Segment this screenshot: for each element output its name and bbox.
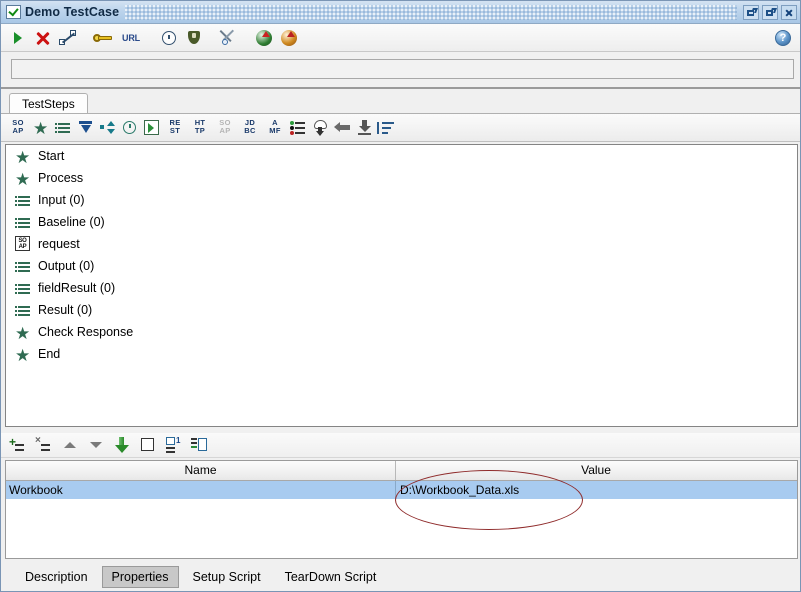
down-arrow-icon[interactable]	[76, 118, 95, 138]
jdbc-icon[interactable]: JD BC	[239, 117, 261, 139]
tab-teardown-script[interactable]: TearDown Script	[275, 566, 387, 588]
tab-setup-script[interactable]: Setup Script	[183, 566, 271, 588]
cancel-x-icon[interactable]	[32, 27, 54, 49]
http-icon[interactable]: HT TP	[189, 117, 211, 139]
window-title: Demo TestCase	[25, 5, 120, 19]
tree-item[interactable]: ★ Start	[6, 145, 797, 167]
list-icon	[14, 257, 32, 275]
close-button[interactable]	[781, 4, 797, 20]
list-import-icon[interactable]	[190, 435, 210, 455]
bottom-tabstrip: Description Properties Setup Script Tear…	[1, 561, 800, 591]
tree-item[interactable]: ★ End	[6, 343, 797, 365]
testcase-window: Demo TestCase URL ? TestSteps SO AP ★ RE…	[0, 0, 801, 592]
table-header: Name Value	[6, 461, 797, 481]
options-icon[interactable]	[57, 27, 79, 49]
table-row[interactable]: Workbook D:\Workbook_Data.xls	[6, 481, 797, 499]
tree-item-label: fieldResult (0)	[38, 281, 116, 295]
tree-item[interactable]: ★ Process	[6, 167, 797, 189]
caret-down-icon[interactable]	[86, 435, 106, 455]
square-icon[interactable]	[138, 435, 158, 455]
green-circle-arrow-icon[interactable]	[253, 27, 275, 49]
remove-row-icon[interactable]: ×	[34, 435, 54, 455]
list-icon	[14, 191, 32, 209]
tree-item[interactable]: fieldResult (0)	[6, 277, 797, 299]
tree-item-label: Baseline (0)	[38, 215, 105, 229]
property-value-cell[interactable]: D:\Workbook_Data.xls	[396, 481, 796, 499]
property-name-cell[interactable]: Workbook	[6, 481, 396, 499]
tree-item[interactable]: Output (0)	[6, 255, 797, 277]
minimize-button[interactable]	[743, 4, 759, 20]
main-tabstrip: TestSteps	[1, 91, 800, 114]
caret-up-icon[interactable]	[60, 435, 80, 455]
teststeps-tree[interactable]: ★ Start ★ Process Input (0) Baseline (0)…	[5, 144, 798, 427]
tab-properties[interactable]: Properties	[101, 566, 179, 588]
help-question-icon[interactable]: ?	[772, 27, 794, 49]
down-bar-arrow-icon[interactable]	[355, 118, 374, 138]
bullets-icon[interactable]	[289, 118, 308, 138]
clock-icon[interactable]	[158, 27, 180, 49]
star-icon: ★	[15, 346, 31, 365]
properties-table[interactable]: Name Value Workbook D:\Workbook_Data.xls	[5, 460, 798, 559]
window-titlebar: Demo TestCase	[1, 1, 800, 24]
tab-teststeps[interactable]: TestSteps	[9, 93, 88, 114]
tree-item-label: request	[38, 237, 80, 251]
tab-description[interactable]: Description	[15, 566, 98, 588]
star-icon: ★	[15, 148, 31, 167]
clock-icon[interactable]	[120, 118, 139, 138]
main-toolbar: URL ?	[1, 24, 800, 52]
help-glyph: ?	[779, 31, 787, 44]
shield-icon[interactable]	[183, 27, 205, 49]
boxed-arrow-icon[interactable]	[142, 118, 161, 138]
tree-item-label: Result (0)	[38, 303, 93, 317]
tree-item-label: Input (0)	[38, 193, 85, 207]
tree-item-label: Output (0)	[38, 259, 95, 273]
list-icon	[14, 213, 32, 231]
amf-icon[interactable]: A MF	[264, 117, 286, 139]
tree-item-label: Check Response	[38, 325, 134, 339]
tree-item-label: Start	[38, 149, 65, 163]
tools-icon[interactable]	[218, 27, 240, 49]
tree-item[interactable]: Baseline (0)	[6, 211, 797, 233]
key-icon[interactable]	[92, 27, 114, 49]
orange-circle-arrow-icon[interactable]	[278, 27, 300, 49]
tree-item-label: Process	[38, 171, 84, 185]
star-icon: ★	[15, 324, 31, 343]
column-header-value[interactable]: Value	[396, 461, 796, 480]
list-icon	[14, 279, 32, 297]
window-controls	[743, 4, 799, 20]
list-icon	[14, 301, 32, 319]
soap-icon[interactable]: SO AP	[7, 117, 29, 139]
play-run-icon[interactable]	[7, 27, 29, 49]
star-icon[interactable]: ★	[32, 118, 51, 138]
tree-item[interactable]: Result (0)	[6, 299, 797, 321]
progress-bar	[11, 59, 794, 79]
tree-item[interactable]: Input (0)	[6, 189, 797, 211]
tree-item[interactable]: ★ Check Response	[6, 321, 797, 343]
list-icon[interactable]	[54, 118, 73, 138]
maximize-button[interactable]	[762, 4, 778, 20]
left-arrow-icon[interactable]	[333, 118, 352, 138]
tree-item-label: End	[38, 347, 61, 361]
tree-item[interactable]: SO AP request	[6, 233, 797, 255]
soap-dim-icon[interactable]: SO AP	[214, 117, 236, 139]
url-text-icon[interactable]: URL	[117, 27, 145, 49]
sort-lines-icon[interactable]	[377, 118, 396, 138]
add-row-icon[interactable]: +	[8, 435, 28, 455]
star-icon: ★	[15, 170, 31, 189]
green-down-arrow-icon[interactable]	[112, 435, 132, 455]
list-one-icon[interactable]: 1	[164, 435, 184, 455]
progress-area	[1, 52, 800, 89]
properties-toolbar: + × 1	[1, 433, 800, 458]
testcase-checkbox-icon	[6, 5, 21, 19]
titlebar-texture	[125, 4, 737, 20]
updown-arrow-icon[interactable]	[98, 118, 117, 138]
soap-icon: SO AP	[14, 235, 32, 253]
rest-icon[interactable]: RE ST	[164, 117, 186, 139]
hierarchy-icon[interactable]	[311, 118, 330, 138]
teststeps-toolbar: SO AP ★ RE ST HT TP SO AP JD BC A MF	[1, 114, 800, 142]
column-header-name[interactable]: Name	[6, 461, 396, 480]
